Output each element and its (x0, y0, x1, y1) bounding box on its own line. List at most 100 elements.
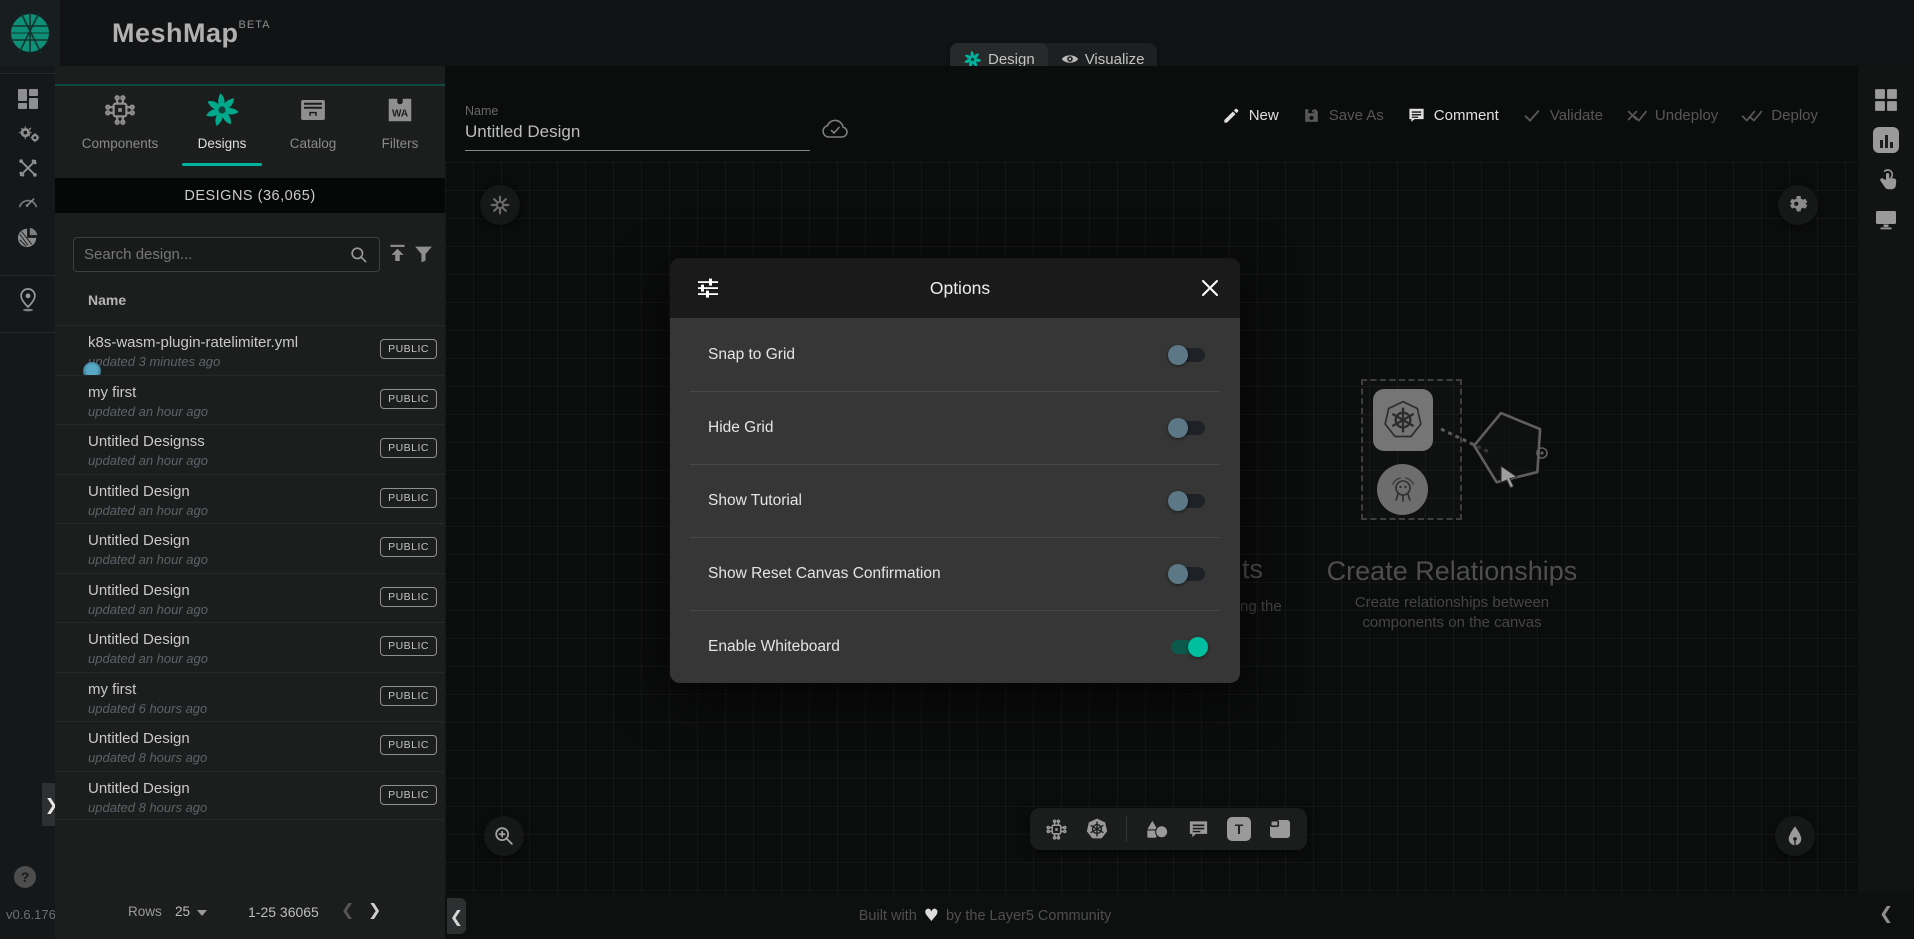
undeploy-button[interactable]: Undeploy (1626, 106, 1718, 125)
zoom-in-icon (493, 825, 515, 847)
toggle-hide-grid[interactable] (1170, 418, 1206, 438)
app-header: MeshMapBETA Design Visualize 1 (0, 0, 1914, 66)
lifecycle-gears-icon[interactable] (17, 123, 41, 145)
design-name-input[interactable] (465, 118, 810, 151)
design-row[interactable]: Untitled Design updated an hour ago PUBL… (55, 622, 445, 672)
canvas-config-button[interactable] (480, 185, 520, 225)
clipped-hint-title-fragment: ts (1242, 554, 1263, 585)
draw-tool-button[interactable] (1775, 816, 1815, 856)
eye-icon (1061, 52, 1079, 66)
save-as-button[interactable]: Save As (1302, 106, 1384, 125)
upload-design-icon[interactable] (387, 242, 408, 266)
cloud-saved-icon (820, 118, 850, 140)
visibility-badge[interactable]: PUBLIC (380, 389, 437, 409)
service-mesh-icon[interactable] (17, 226, 39, 248)
filter-funnel-icon[interactable] (413, 243, 434, 265)
visibility-badge[interactable]: PUBLIC (380, 339, 437, 359)
rows-per-page-select[interactable]: 25 (175, 904, 207, 919)
rail-divider (0, 275, 55, 276)
panel-tab-filters[interactable]: WA Filters (354, 90, 446, 151)
analytics-panel-icon[interactable] (1873, 127, 1899, 153)
next-page-button[interactable]: ❯ (368, 900, 381, 919)
name-field-label: Name (465, 104, 810, 118)
design-row[interactable]: Untitled Design updated an hour ago PUBL… (55, 523, 445, 573)
toggle-enable-whiteboard[interactable] (1170, 637, 1206, 657)
touch-interact-icon[interactable] (1874, 168, 1898, 194)
dock-components-button[interactable] (1045, 818, 1068, 841)
close-icon[interactable] (1200, 278, 1220, 298)
panel-tab-catalog[interactable]: Catalog (267, 90, 359, 151)
canvas-settings-button[interactable] (1778, 185, 1818, 225)
visibility-badge[interactable]: PUBLIC (380, 735, 437, 755)
design-row[interactable]: Untitled Design updated 8 hours ago PUBL… (55, 771, 445, 821)
canvas-footer: ❮ Built with ♥ by the Layer5 Community ❮ (445, 893, 1914, 939)
search-icon (349, 245, 369, 265)
dashboard-icon[interactable] (17, 88, 39, 110)
clipped-hint-text-fragment: ng the (1240, 598, 1282, 615)
zoom-in-button[interactable] (484, 816, 524, 856)
modal-title: Options (720, 278, 1200, 299)
meshmap-logo-icon (7, 10, 53, 56)
undeploy-cross-check-icon (1626, 106, 1647, 125)
dock-text-button[interactable]: T (1227, 817, 1251, 841)
comment-button[interactable]: Comment (1407, 106, 1499, 125)
dock-shapes-button[interactable] (1144, 817, 1170, 841)
toggle-snap-to-grid[interactable] (1170, 345, 1206, 365)
meshmap-logo[interactable] (0, 0, 60, 66)
svg-text:WA: WA (392, 108, 408, 119)
tune-sliders-icon (696, 276, 720, 300)
dock-media-button[interactable] (1268, 818, 1292, 840)
design-row[interactable]: Untitled Design updated an hour ago PUBL… (55, 474, 445, 524)
collaborator-presence-avatar (83, 362, 101, 375)
search-input[interactable] (84, 246, 349, 263)
visibility-badge[interactable]: PUBLIC (380, 686, 437, 706)
visibility-badge[interactable]: PUBLIC (380, 537, 437, 557)
panel-tab-designs[interactable]: Designs (176, 90, 268, 151)
dock-comment-button[interactable] (1187, 818, 1210, 841)
hint-title: Create Relationships (1272, 556, 1632, 587)
right-tool-strip (1858, 66, 1914, 893)
prev-page-button[interactable]: ❮ (341, 900, 354, 919)
gear-icon (1787, 194, 1809, 216)
dock-kubernetes-button[interactable] (1085, 817, 1109, 841)
design-canvas[interactable]: Name New Save As Comment (445, 66, 1858, 893)
visibility-badge[interactable]: PUBLIC (380, 785, 437, 805)
design-name-field: Name (465, 104, 810, 151)
help-button[interactable]: ? (14, 866, 36, 888)
design-actions-toolbar: New Save As Comment Validate (1222, 106, 1818, 125)
widgets-grid-icon[interactable] (1874, 88, 1898, 112)
design-row[interactable]: my first updated 6 hours ago PUBLIC (55, 672, 445, 722)
collapse-right-button[interactable]: ❮ (1879, 904, 1893, 924)
visibility-badge[interactable]: PUBLIC (380, 587, 437, 607)
visibility-badge[interactable]: PUBLIC (380, 438, 437, 458)
panel-tab-components[interactable]: Components (74, 90, 166, 151)
visibility-badge[interactable]: PUBLIC (380, 488, 437, 508)
caret-down-icon (197, 910, 207, 916)
designs-pinwheel-icon (204, 92, 240, 128)
footer-credit: Built with ♥ by the Layer5 Community (859, 906, 1112, 926)
collapse-panel-button[interactable]: ❮ (447, 898, 466, 934)
design-search[interactable] (73, 237, 380, 272)
design-row[interactable]: Untitled Design updated 8 hours ago PUBL… (55, 721, 445, 771)
visibility-badge[interactable]: PUBLIC (380, 636, 437, 656)
validate-button[interactable]: Validate (1522, 106, 1603, 125)
option-row-enable-whiteboard: Enable Whiteboard (670, 610, 1240, 683)
rows-per-page-label: Rows (128, 904, 162, 919)
performance-gauge-icon[interactable] (17, 192, 39, 210)
display-screen-icon[interactable] (1874, 209, 1898, 231)
design-row[interactable]: Untitled Designss updated an hour ago PU… (55, 424, 445, 474)
new-button[interactable]: New (1222, 106, 1279, 125)
brand-wordmark: MeshMapBETA (112, 18, 270, 49)
design-row[interactable]: Untitled Design updated an hour ago PUBL… (55, 573, 445, 623)
double-check-icon (1741, 106, 1763, 125)
deploy-button[interactable]: Deploy (1741, 106, 1818, 125)
floppy-save-icon (1302, 106, 1321, 125)
toggle-show-tutorial[interactable] (1170, 491, 1206, 511)
design-row[interactable]: k8s-wasm-plugin-ratelimiter.yml updated … (55, 325, 445, 375)
location-pin-icon[interactable] (17, 287, 39, 313)
pagination-bar: Rows 25 1-25 36065 ❮ ❯ (55, 895, 445, 931)
design-row[interactable]: my first updated an hour ago PUBLIC (55, 375, 445, 425)
toggle-show-reset-confirmation[interactable] (1170, 564, 1206, 584)
hint-kubernetes-node (1373, 389, 1433, 451)
toolkit-icon[interactable] (17, 157, 39, 179)
